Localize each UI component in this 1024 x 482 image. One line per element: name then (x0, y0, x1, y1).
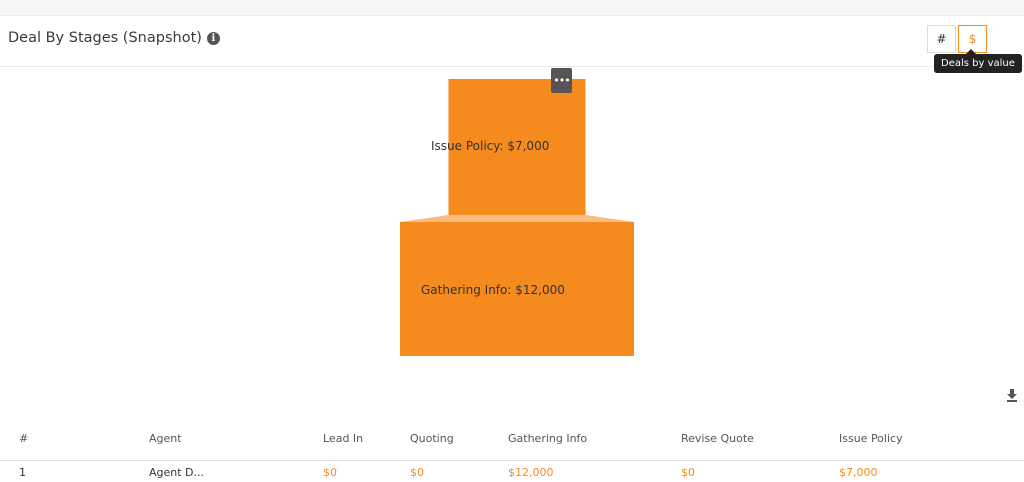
toggle-count-button[interactable]: # (927, 25, 956, 53)
column-header-gathering-info[interactable]: Gathering Info (508, 432, 587, 445)
chart-menu-button[interactable]: ••• (551, 68, 572, 93)
cell-quoting[interactable]: $0 (410, 466, 424, 479)
ellipsis-icon: ••• (553, 74, 570, 87)
cell-gathering-info[interactable]: $12,000 (508, 466, 554, 479)
top-strip (0, 0, 1024, 16)
funnel-label-gathering-info: Gathering Info: $12,000 (421, 283, 565, 297)
cell-issue-policy[interactable]: $7,000 (839, 466, 878, 479)
funnel-chart (400, 79, 634, 356)
table-row[interactable]: 1 Agent D... $0 $0 $12,000 $0 $7,000 (0, 462, 1024, 482)
column-header-quoting[interactable]: Quoting (410, 432, 454, 445)
widget-title-text: Deal By Stages (Snapshot) (8, 30, 202, 46)
cell-index: 1 (19, 466, 26, 479)
funnel-label-issue-policy: Issue Policy: $7,000 (431, 139, 550, 153)
column-header-revise-quote[interactable]: Revise Quote (681, 432, 754, 445)
column-header-index[interactable]: # (19, 432, 28, 445)
funnel-connector (400, 215, 634, 222)
column-header-agent[interactable]: Agent (149, 432, 182, 445)
cell-agent[interactable]: Agent D... (149, 466, 204, 479)
widget-title: Deal By Stages (Snapshot) i (8, 30, 220, 46)
column-header-lead-in[interactable]: Lead In (323, 432, 363, 445)
widget-header: Deal By Stages (Snapshot) i # $ (0, 16, 1024, 67)
info-circle-icon[interactable]: i (206, 31, 220, 45)
table-header: # Agent Lead In Quoting Gathering Info R… (0, 420, 1024, 461)
cell-revise-quote[interactable]: $0 (681, 466, 695, 479)
column-header-issue-policy[interactable]: Issue Policy (839, 432, 903, 445)
download-icon[interactable] (1006, 388, 1018, 402)
cell-lead-in[interactable]: $0 (323, 466, 337, 479)
